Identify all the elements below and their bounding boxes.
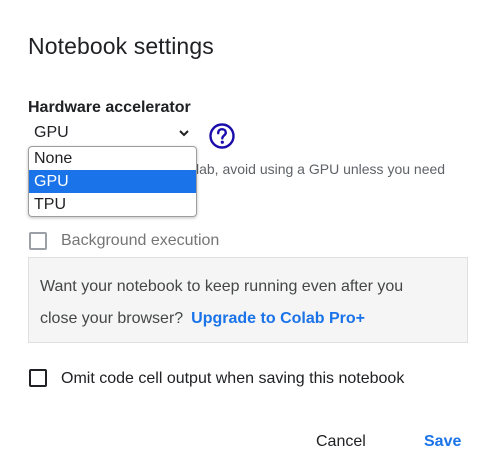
cancel-button[interactable]: Cancel	[316, 433, 366, 451]
hardware-hint-text: lab, avoid using a GPU unless you need	[196, 161, 446, 177]
omit-output-label: Omit code cell output when saving this n…	[61, 370, 405, 387]
background-execution-label: Background execution	[61, 232, 220, 249]
help-circle-icon[interactable]	[208, 122, 236, 150]
option-tpu[interactable]: TPU	[29, 193, 196, 216]
info-text-line2-text: close your browser?	[40, 310, 184, 327]
hardware-accelerator-dropdown: None GPU TPU	[28, 146, 197, 217]
option-gpu[interactable]: GPU	[29, 170, 196, 193]
option-none[interactable]: None	[29, 147, 196, 170]
dialog-title: Notebook settings	[28, 33, 214, 59]
hardware-accelerator-select[interactable]: GPU	[28, 123, 194, 145]
notebook-settings-dialog: Notebook settings Hardware accelerator G…	[0, 0, 497, 475]
select-value: GPU	[34, 124, 69, 141]
upgrade-link[interactable]: Upgrade to Colab Pro+	[191, 310, 365, 327]
info-text-line2: close your browser? Upgrade to Colab Pro+	[40, 303, 456, 335]
upgrade-info-box: Want your notebook to keep running even …	[28, 257, 468, 343]
omit-output-checkbox[interactable]	[29, 369, 47, 387]
save-button[interactable]: Save	[424, 433, 461, 451]
info-text-line1: Want your notebook to keep running even …	[40, 278, 404, 295]
chevron-down-icon	[179, 130, 189, 137]
background-execution-checkbox[interactable]	[29, 232, 47, 250]
hardware-accelerator-label: Hardware accelerator	[28, 99, 191, 116]
